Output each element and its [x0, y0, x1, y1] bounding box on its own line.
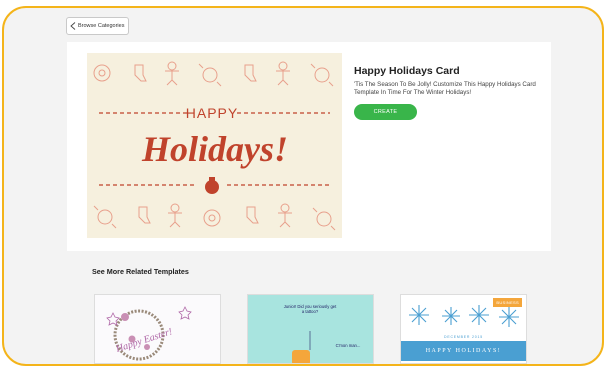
template-description: 'Tis The Season To Be Jolly! Customize T… — [354, 81, 536, 97]
candy-icon — [312, 207, 336, 231]
template-preview-image[interactable]: HAPPY Holidays! — [87, 53, 342, 238]
candy-icon — [198, 63, 222, 87]
create-button[interactable]: CREATE — [354, 103, 417, 120]
related-template-business-holidays[interactable]: DECEMBER 2015 HAPPY HOLIDAYS! BUSINESS — [400, 294, 527, 364]
template-info: Happy Holidays Card 'Tis The Season To B… — [354, 65, 544, 120]
back-button-label: Browse Categories — [78, 23, 125, 29]
stocking-icon — [134, 64, 147, 82]
ornament-ball-icon — [205, 177, 219, 194]
related-template-easter[interactable]: Happy Easter! — [94, 294, 221, 364]
business-card-banner: HAPPY HOLIDAYS! — [401, 341, 526, 361]
related-template-tattoo[interactable]: Junior! Did you seriously get a tattoo? … — [247, 294, 374, 364]
gingerbread-icon — [168, 203, 182, 228]
template-detail-panel: HAPPY Holidays! Happy Holidays Card 'Tis… — [67, 42, 551, 251]
gingerbread-icon — [278, 203, 292, 228]
template-title: Happy Holidays Card — [354, 65, 460, 77]
easter-card-text: Happy Easter! — [114, 326, 174, 355]
gingerbread-icon — [165, 61, 179, 86]
ornament-icon — [203, 209, 221, 227]
browse-categories-button[interactable]: Browse Categories — [66, 17, 130, 35]
snowflake-icon — [409, 305, 519, 327]
card-text-holidays: Holidays! — [141, 129, 288, 169]
stocking-icon — [138, 206, 151, 224]
business-card-date: DECEMBER 2015 — [444, 335, 483, 339]
candy-icon — [93, 205, 117, 229]
business-badge: BUSINESS — [493, 298, 522, 307]
character-icon — [292, 350, 310, 363]
chevron-left-icon — [70, 22, 76, 30]
stocking-icon — [244, 64, 257, 82]
related-templates-heading: See More Related Templates — [92, 267, 189, 276]
card-text-happy: HAPPY — [186, 105, 238, 121]
gingerbread-icon — [276, 61, 290, 86]
ornament-icon — [93, 64, 111, 82]
candy-icon — [310, 63, 334, 87]
stocking-icon — [246, 206, 259, 224]
content-frame: Browse Categories HAPPY Holidays! Happy … — [2, 6, 604, 366]
